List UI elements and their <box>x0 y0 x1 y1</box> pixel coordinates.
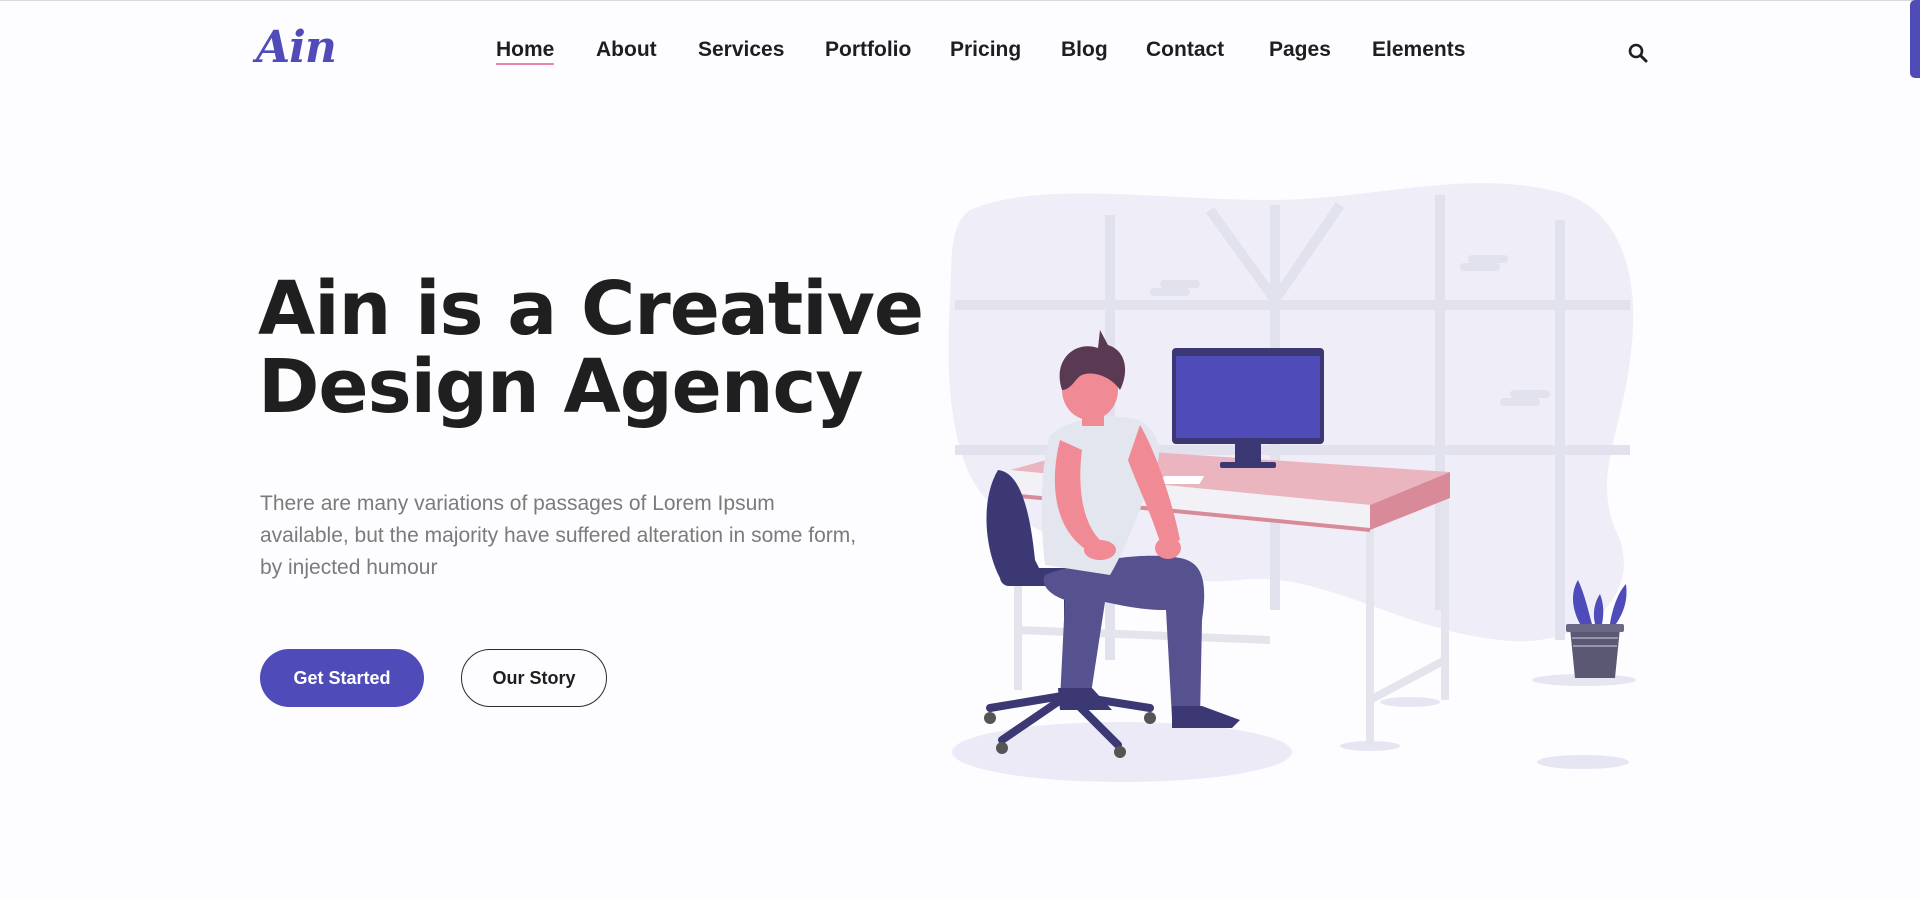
nav-item-pricing[interactable]: Pricing <box>950 38 1021 62</box>
nav-item-elements[interactable]: Elements <box>1372 38 1465 62</box>
hero-title-line2: Design Agency <box>258 344 864 430</box>
site-header: Ain Home About Services Portfolio Pricin… <box>0 0 1920 110</box>
nav-item-blog[interactable]: Blog <box>1061 38 1108 62</box>
search-button[interactable] <box>1627 42 1651 66</box>
search-icon <box>1628 43 1648 63</box>
plant-pot <box>1570 628 1620 678</box>
hero-title-line1: Ain is a Creative <box>258 266 924 352</box>
hero-description: There are many variations of passages of… <box>260 492 857 579</box>
nav-item-home[interactable]: Home <box>496 38 555 65</box>
get-started-button[interactable]: Get Started <box>260 649 424 707</box>
nav-item-services[interactable]: Services <box>698 38 784 62</box>
hero-title: Ain is a Creative Design Agency <box>258 270 938 426</box>
nav-item-contact[interactable]: Contact <box>1146 38 1224 62</box>
hero-illustration <box>948 183 1636 782</box>
nav-item-about[interactable]: About <box>596 38 657 62</box>
our-story-button[interactable]: Our Story <box>461 649 607 707</box>
nav-item-pages[interactable]: Pages <box>1269 38 1331 62</box>
nav-item-portfolio[interactable]: Portfolio <box>825 38 911 62</box>
